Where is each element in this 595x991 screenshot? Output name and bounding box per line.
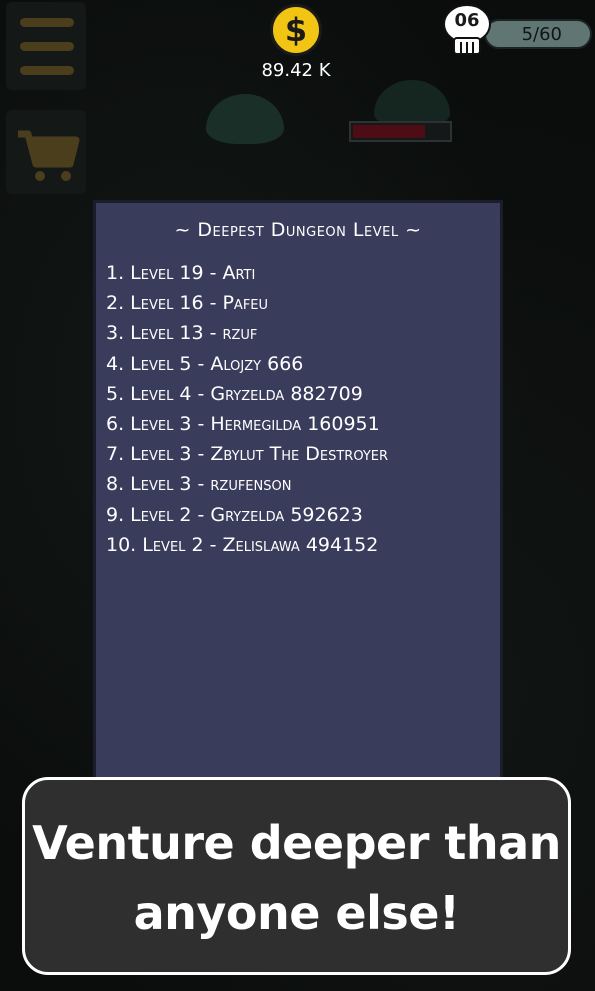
leaderboard-entry: 5. Level 4 - Gryzelda 882709 [106,382,363,405]
dollar-coin-icon: $ [270,4,322,56]
leaderboard-panel: ~ Deepest Dungeon Level ~ 1. Level 19 - … [93,200,503,780]
shopping-cart-icon [18,130,80,181]
promo-text: Venture deeper than anyone else! [25,808,568,948]
kills-count: 5/60 [521,24,562,45]
coin-amount: 89.42 K [261,60,331,81]
leaderboard-entry: 10. Level 2 - Zelislawa 494152 [106,533,379,556]
shop-button[interactable] [6,110,86,194]
leaderboard-entry: 4. Level 5 - Alojzy 666 [106,352,304,375]
enemy-health-fill [353,125,426,138]
leaderboard-entry: 2. Level 16 - Pafeu [106,292,269,315]
promo-line-2: anyone else! [133,886,460,940]
enemy-health-bar [349,121,452,142]
leaderboard-entry: 9. Level 2 - Gryzelda 592623 [106,503,363,526]
leaderboard-entry: 3. Level 13 - rzuf [106,322,258,345]
promo-line-1: Venture deeper than [32,816,561,870]
leaderboard-list: 1. Level 19 - Arti 2. Level 16 - Pafeu 3… [106,258,494,560]
menu-button[interactable] [6,2,86,90]
skull-level: 06 [454,10,480,31]
leaderboard-title: ~ Deepest Dungeon Level ~ [174,219,422,241]
leaderboard-entry: 6. Level 3 - Hermegilda 160951 [106,412,380,435]
leaderboard-entry: 1. Level 19 - Arti [106,262,256,284]
kills-progress: 5/60 [484,19,592,49]
hamburger-menu-icon-bar [20,66,74,75]
hamburger-menu-icon [20,18,74,27]
promo-banner: Venture deeper than anyone else! [22,777,571,975]
skull-icon: 06 [442,4,492,58]
hamburger-menu-icon-bar [20,42,74,51]
leaderboard-entry: 7. Level 3 - Zbylut The Destroyer [106,443,389,466]
leaderboard-entry: 8. Level 3 - rzufenson [106,473,292,496]
